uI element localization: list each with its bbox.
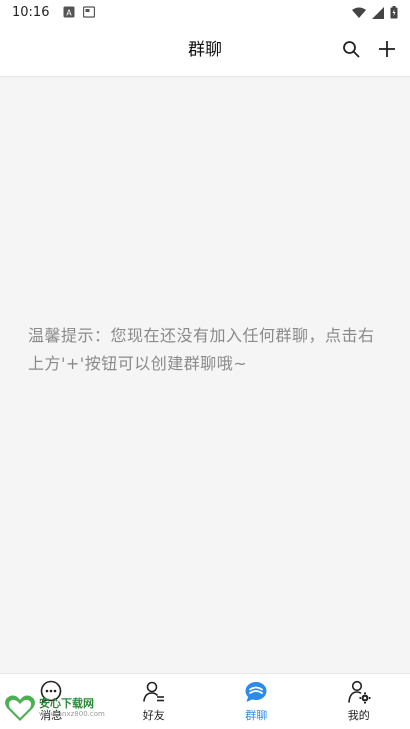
signal-icon	[372, 4, 384, 23]
status-time: 10:16	[12, 5, 49, 20]
status-bar: 10:16 A	[0, 0, 410, 24]
empty-state-hint: 温馨提示：您现在还没有加入任何群聊，点击右上方'+'按钮可以创建群聊哦~	[28, 322, 384, 378]
notification-a-icon: A	[63, 3, 75, 22]
watermark-url: www.anxz800.com	[39, 710, 105, 718]
nav-item-group-chat[interactable]: 群聊	[205, 674, 308, 729]
site-watermark: 安心下载网 www.anxz800.com	[4, 694, 105, 722]
friends-icon	[142, 680, 166, 704]
group-chat-icon	[244, 680, 268, 704]
nav-label-group-chat: 群聊	[245, 707, 267, 723]
search-icon	[342, 40, 360, 58]
add-group-button[interactable]	[376, 38, 398, 60]
profile-settings-icon	[347, 680, 371, 704]
nav-item-friends[interactable]: 好友	[103, 674, 206, 729]
notification-image-icon	[83, 3, 95, 22]
group-list-empty-area: 温馨提示：您现在还没有加入任何群聊，点击右上方'+'按钮可以创建群聊哦~	[0, 77, 410, 673]
wifi-icon	[352, 4, 366, 23]
search-button[interactable]	[340, 38, 362, 60]
watermark-title: 安心下载网	[39, 698, 105, 710]
app-bar: 群聊	[0, 24, 410, 77]
nav-label-friends: 好友	[143, 707, 165, 723]
plus-icon	[378, 40, 396, 58]
nav-item-me[interactable]: 我的	[308, 674, 410, 729]
nav-label-me: 我的	[348, 707, 370, 723]
svg-text:A: A	[67, 8, 73, 17]
heart-logo-icon	[4, 694, 36, 722]
battery-icon	[390, 4, 398, 23]
